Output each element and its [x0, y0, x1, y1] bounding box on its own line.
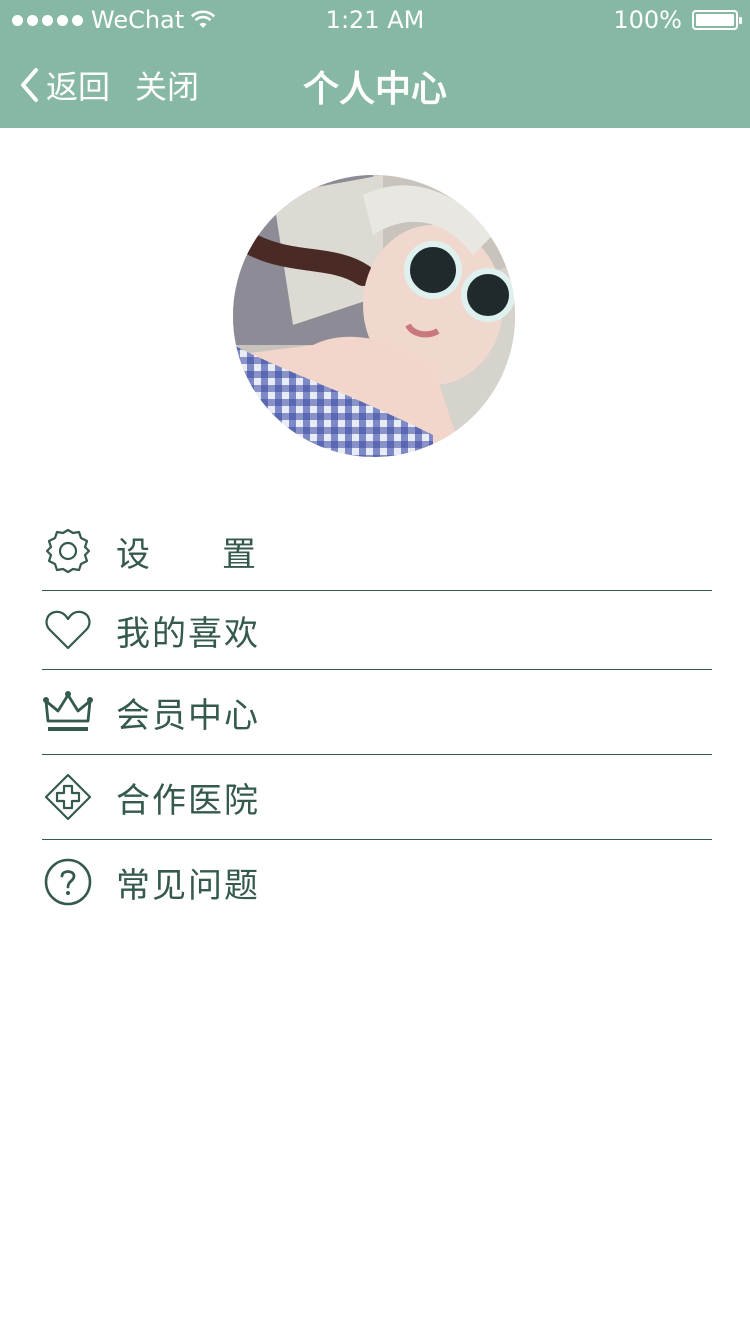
avatar-image: [233, 175, 515, 457]
battery-percent: 100%: [613, 6, 682, 34]
page-title: 个人中心: [302, 69, 447, 110]
gear-icon: [42, 525, 94, 577]
menu-label: 常见问题: [116, 865, 260, 906]
header: WeChat 1:21 AM 100% 返回 关闭 个人中心: [0, 0, 750, 128]
menu-list: 设置 我的喜欢 会员中心 合作医院 常见问题: [42, 512, 712, 924]
menu-label: 我的喜欢: [116, 613, 260, 654]
crown-icon: [42, 686, 94, 738]
menu-item-favorites[interactable]: 我的喜欢: [42, 591, 712, 670]
status-right: 100%: [613, 6, 742, 34]
menu-item-membership[interactable]: 会员中心: [42, 670, 712, 755]
menu-label: 合作医院: [116, 780, 260, 821]
battery-icon: [692, 10, 742, 30]
menu-item-settings[interactable]: 设置: [42, 512, 712, 591]
question-icon: [42, 856, 94, 908]
avatar[interactable]: [233, 175, 515, 457]
menu-item-faq[interactable]: 常见问题: [42, 840, 712, 924]
menu-item-hospitals[interactable]: 合作医院: [42, 755, 712, 840]
menu-label: 会员中心: [116, 695, 260, 736]
nav-bar: 返回 关闭 个人中心: [0, 40, 750, 128]
status-bar: WeChat 1:21 AM 100%: [0, 0, 750, 40]
menu-label: 设置: [116, 534, 328, 575]
hospital-cross-icon: [42, 771, 94, 823]
heart-icon: [42, 604, 94, 656]
